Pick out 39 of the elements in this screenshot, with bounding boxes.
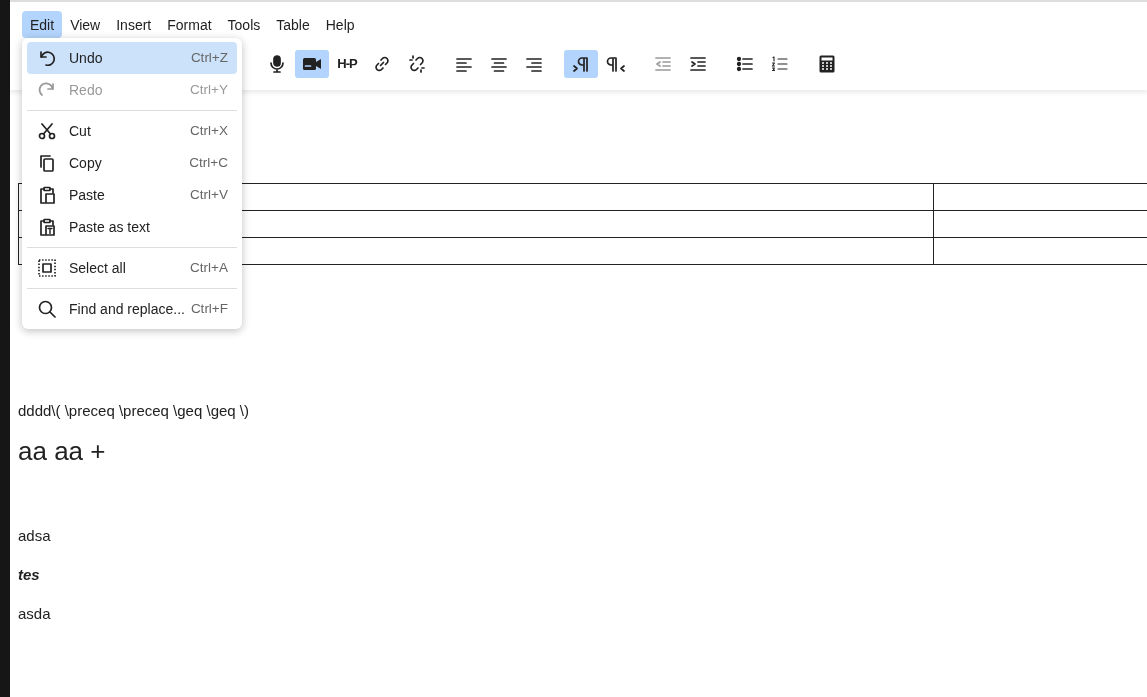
menu-option[interactable]: Undo Ctrl+Z bbox=[27, 42, 237, 74]
menu-option[interactable]: Cut Ctrl+X bbox=[27, 115, 237, 147]
clipboard-text-icon bbox=[37, 217, 57, 237]
indent-icon bbox=[688, 54, 708, 74]
right-to-left-icon bbox=[606, 54, 626, 74]
menu-item[interactable]: Edit bbox=[22, 11, 63, 38]
broken-link-icon bbox=[407, 54, 427, 74]
outdent-icon bbox=[653, 54, 673, 74]
menu-item[interactable]: View bbox=[62, 11, 109, 38]
select-all-icon bbox=[37, 258, 57, 278]
menu-option[interactable]: Select all Ctrl+A bbox=[27, 252, 237, 284]
toolbar-button[interactable] bbox=[295, 50, 329, 78]
menu-item[interactable]: Format bbox=[159, 11, 220, 38]
copy-icon bbox=[37, 153, 57, 173]
menu-option[interactable]: Paste Ctrl+V bbox=[27, 179, 237, 211]
clipboard-icon bbox=[37, 185, 57, 205]
menu-item[interactable]: Table bbox=[268, 11, 318, 38]
toolbar-button[interactable]: H-P bbox=[330, 50, 364, 78]
heading: aa aa + bbox=[18, 435, 107, 468]
paragraph: dddd\( \preceq \preceq \geq \geq \) bbox=[18, 402, 250, 420]
toolbar-button[interactable] bbox=[564, 50, 598, 78]
paragraph: adsa bbox=[18, 527, 52, 545]
search-icon bbox=[37, 299, 57, 319]
scissors-icon bbox=[37, 121, 57, 141]
paragraph: asda bbox=[18, 605, 52, 623]
menu-item[interactable]: Insert bbox=[108, 11, 160, 38]
link-icon bbox=[372, 54, 392, 74]
paragraph: tes bbox=[18, 566, 41, 584]
menu-option[interactable]: Find and replace... Ctrl+F bbox=[27, 293, 237, 325]
numbered-list-icon bbox=[770, 54, 790, 74]
menu-option[interactable]: Paste as text bbox=[27, 211, 237, 243]
calculator-icon bbox=[817, 54, 837, 74]
left-to-right-icon bbox=[571, 54, 591, 74]
menu-item[interactable]: Help bbox=[317, 11, 363, 38]
menu-option[interactable]: Copy Ctrl+C bbox=[27, 147, 237, 179]
undo-arrow-icon bbox=[37, 48, 57, 68]
microphone-icon bbox=[267, 54, 287, 74]
menu-item[interactable]: Tools bbox=[219, 11, 269, 38]
bullet-list-icon bbox=[735, 54, 755, 74]
